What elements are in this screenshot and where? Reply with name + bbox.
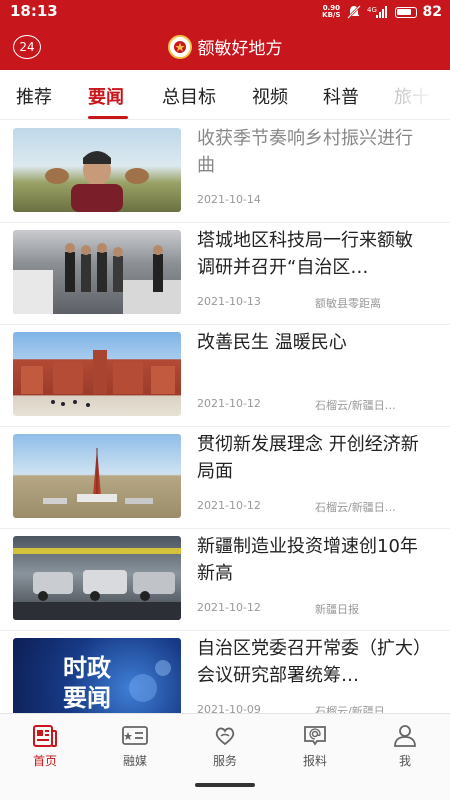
app-logo-icon xyxy=(167,34,192,59)
news-title: 塔城地区科技局一行来额敏调研并召开“自治区… xyxy=(197,230,413,278)
thumb-text-line1: 时政 xyxy=(63,654,111,682)
news-source: 石榴云/新疆日… xyxy=(315,705,396,713)
news-date: 2021-10-12 xyxy=(197,397,261,410)
nav-report[interactable]: 报料 xyxy=(285,724,345,769)
mute-icon xyxy=(346,5,361,19)
news-thumbnail xyxy=(13,434,181,518)
news-thumbnail xyxy=(13,128,181,212)
news-date: 2021-10-13 xyxy=(197,295,261,308)
news-source: 额敏县零距离 xyxy=(315,297,381,310)
category-tabs: 推荐 要闻 总目标 视频 科普 旅十 xyxy=(0,70,450,120)
at-message-icon xyxy=(304,726,326,746)
news-thumbnail xyxy=(13,536,181,620)
news-source: 新疆日报 xyxy=(315,603,359,616)
bottom-navigation: 首页 融媒 服务 报料 我 xyxy=(0,713,450,800)
nav-label: 首页 xyxy=(32,754,57,768)
news-date: 2021-10-09 xyxy=(197,703,261,713)
media-card-icon xyxy=(122,726,148,745)
news-thumbnail xyxy=(13,230,181,314)
news-title: 贯彻新发展理念 开创经济新局面 xyxy=(197,434,419,482)
battery-icon xyxy=(394,6,417,18)
news-item[interactable]: 时政 要闻 自治区党委召开常委（扩大）会议研究部署统筹… 2021-10-09 … xyxy=(0,631,450,713)
news-source: 石榴云/新疆日… xyxy=(315,501,396,514)
nav-label: 我 xyxy=(398,754,411,768)
heart-hands-icon xyxy=(215,727,235,746)
battery-level: 82 xyxy=(422,4,442,20)
news-title: 新疆制造业投资增速创10年新高 xyxy=(197,536,418,584)
signal-4g-icon: 4G xyxy=(367,6,387,18)
status-time: 18:13 xyxy=(10,2,58,20)
news-date: 2021-10-14 xyxy=(197,193,261,206)
net-speed-unit: KB/S xyxy=(322,11,341,19)
news-source: 石榴云/新疆日… xyxy=(315,399,396,412)
signal-label: 4G xyxy=(367,6,377,14)
nav-services[interactable]: 服务 xyxy=(195,724,255,769)
active-tab-indicator xyxy=(88,116,128,119)
nav-label: 融媒 xyxy=(122,754,147,768)
nav-home[interactable]: 首页 xyxy=(15,724,75,769)
nav-label: 服务 xyxy=(212,754,237,768)
nav-label: 报料 xyxy=(302,754,327,768)
news-title: 收获季节奏响乡村振兴进行曲 xyxy=(197,128,413,176)
nav-media[interactable]: 融媒 xyxy=(105,724,165,769)
news-date: 2021-10-12 xyxy=(197,601,261,614)
tab-recommend[interactable]: 推荐 xyxy=(16,83,52,109)
tab-headlines[interactable]: 要闻 xyxy=(88,83,124,109)
person-icon xyxy=(394,725,416,747)
status-bar: 18:13 0.90 KB/S 4G 82 xyxy=(0,0,450,24)
home-indicator[interactable] xyxy=(195,783,255,787)
news-list: 收获季节奏响乡村振兴进行曲 2021-10-14 塔城地区科技局一行来额敏调研并… xyxy=(0,121,450,713)
news-title: 改善民生 温暖民心 xyxy=(197,332,347,353)
news-item[interactable]: 贯彻新发展理念 开创经济新局面 2021-10-12 石榴云/新疆日… xyxy=(0,427,450,529)
page-title: 额敏好地方 xyxy=(197,39,283,59)
tabs-fade-overlay xyxy=(390,70,450,119)
tab-general-goal[interactable]: 总目标 xyxy=(162,83,216,109)
news-item[interactable]: 新疆制造业投资增速创10年新高 2021-10-12 新疆日报 xyxy=(0,529,450,631)
news-date: 2021-10-12 xyxy=(197,499,261,512)
newspaper-icon xyxy=(33,725,57,747)
tab-science[interactable]: 科普 xyxy=(323,83,359,109)
news-thumbnail xyxy=(13,332,181,416)
nav-me[interactable]: 我 xyxy=(375,724,435,769)
tab-video[interactable]: 视频 xyxy=(252,83,288,109)
news-item[interactable]: 改善民生 温暖民心 2021-10-12 石榴云/新疆日… xyxy=(0,325,450,427)
app-header: 24 额敏好地方 xyxy=(0,24,450,70)
news-item[interactable]: 收获季节奏响乡村振兴进行曲 2021-10-14 xyxy=(0,121,450,223)
net-speed: 0.90 KB/S xyxy=(322,5,340,19)
news-item[interactable]: 塔城地区科技局一行来额敏调研并召开“自治区… 2021-10-13 额敏县零距离 xyxy=(0,223,450,325)
news-title: 自治区党委召开常委（扩大）会议研究部署统筹… xyxy=(197,638,422,686)
news-thumbnail: 时政 要闻 xyxy=(13,638,181,713)
thumb-text-line2: 要闻 xyxy=(63,684,111,712)
